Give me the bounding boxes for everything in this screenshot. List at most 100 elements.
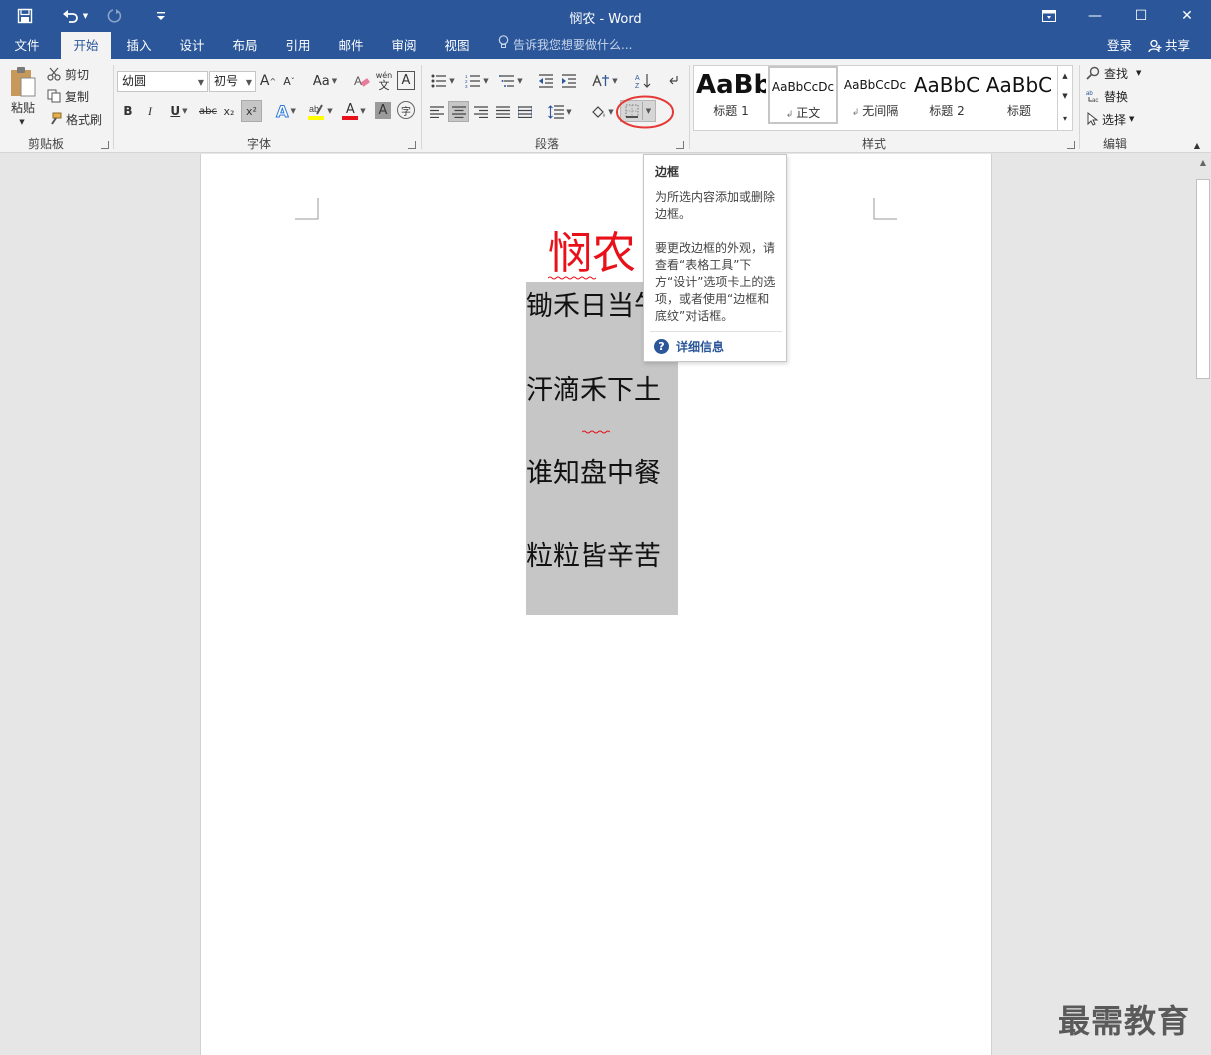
clipboard-launcher-icon[interactable] [101,141,109,149]
minimize-icon[interactable]: — [1072,0,1118,32]
tab-insert[interactable]: 插入 [114,32,164,59]
format-painter-icon [47,112,62,126]
tab-view[interactable]: 视图 [432,32,482,59]
change-case-button[interactable]: Aa ▼ [310,71,340,91]
enclose-characters-button[interactable]: 字 [397,101,415,119]
font-launcher-icon[interactable] [408,141,416,149]
font-size-value: 初号 [214,74,239,88]
tab-layout[interactable]: 布局 [220,32,270,59]
bullets-button[interactable]: ▼ [428,71,458,91]
tab-design[interactable]: 设计 [167,32,217,59]
replace-button[interactable]: ab ac 替换 [1086,86,1128,106]
char-shading-button[interactable]: A [375,102,391,119]
select-button[interactable]: 选择 ▼ [1086,109,1134,129]
svg-text:Z: Z [635,83,640,89]
bullet-list-icon [431,74,447,88]
styles-more-icon[interactable]: ▾ [1057,106,1072,130]
style-heading-2[interactable]: AaBbC 标题 2 [912,66,982,124]
tooltip-more-info-link[interactable]: ? 详细信息 [654,338,724,355]
maximize-icon[interactable]: ☐ [1118,0,1164,32]
font-name-combo[interactable]: 幼圆 ▼ [117,71,208,92]
poem-line[interactable]: 汗滴禾下土 [526,374,726,408]
styles-group-label: 样式 [862,137,887,151]
strikethrough-button[interactable]: abc [197,101,219,121]
tell-me-box[interactable]: 告诉我您想要做什么... [498,32,632,59]
phonetic-guide-button[interactable]: wén 文 [374,69,394,93]
vertical-scrollbar[interactable]: ▲ [1195,154,1211,1055]
style-normal[interactable]: AaBbCcDc ↲ 正文 [768,66,838,124]
paste-dropdown-arrow[interactable]: ▼ [17,117,27,127]
group-separator [113,65,114,149]
paragraph-launcher-icon[interactable] [676,141,684,149]
find-button[interactable]: 查找 ▼ [1086,63,1141,83]
eraser-icon: A [354,73,370,89]
replace-icon: ab ac [1086,89,1100,103]
increase-indent-icon[interactable] [559,71,579,91]
poem-line[interactable]: 粒粒皆辛苦 [526,540,726,574]
asian-layout-icon [592,74,610,88]
asian-layout-button[interactable]: ▼ [590,71,620,91]
align-right-icon[interactable] [472,102,490,122]
bold-button[interactable]: B [120,101,136,121]
multilevel-list-button[interactable]: ▼ [496,71,526,91]
sort-icon[interactable]: AZ [633,71,653,91]
shading-button[interactable]: ▼ [587,102,617,122]
underline-button[interactable]: U ▼ [164,101,194,121]
highlight-color-button[interactable]: ab ▼ [305,101,335,121]
copy-icon [47,89,61,103]
distributed-icon[interactable] [516,102,534,122]
collapse-ribbon-icon[interactable]: ▲ [1190,139,1204,151]
styles-scroll-up-icon[interactable]: ▲ [1057,66,1072,86]
tab-references[interactable]: 引用 [273,32,323,59]
show-formatting-marks-icon[interactable] [664,71,682,91]
align-center-icon[interactable] [448,101,469,122]
line-spacing-button[interactable]: ▼ [545,102,575,122]
ribbon-display-icon[interactable] [1026,0,1072,32]
decrease-indent-icon[interactable] [536,71,556,91]
scroll-up-icon[interactable]: ▲ [1195,154,1211,170]
login-link[interactable]: 登录 [1107,32,1132,59]
char-border-button[interactable]: A [397,71,415,90]
line-spacing-icon [548,105,565,119]
style-preview: AaBbCcDc [771,80,835,94]
cut-button[interactable]: 剪切 [47,64,89,84]
group-separator [421,65,422,149]
font-color-button[interactable]: A ▼ [339,101,369,121]
italic-button[interactable]: I [142,101,158,121]
shrink-font-button[interactable]: Aˇ [281,71,297,91]
font-size-combo[interactable]: 初号 ▼ [209,71,256,92]
svg-text:ab: ab [1086,91,1093,97]
tab-review[interactable]: 审阅 [379,32,429,59]
justify-icon[interactable] [494,102,512,122]
format-painter-button[interactable]: 格式刷 [47,109,102,129]
styles-launcher-icon[interactable] [1067,141,1075,149]
underline-icon: U [170,104,181,118]
share-button[interactable]: 共享 [1148,32,1190,59]
subscript-button[interactable]: x₂ [220,101,238,121]
tab-mailings[interactable]: 邮件 [326,32,376,59]
align-left-icon[interactable] [428,102,446,122]
styles-scroll-down-icon[interactable]: ▼ [1057,86,1072,106]
scrollbar-thumb[interactable] [1196,179,1210,379]
superscript-button[interactable]: x² [241,100,262,122]
style-title[interactable]: AaBbC 标题 [984,66,1054,124]
poem-line[interactable]: 谁知盘中餐 [526,457,726,491]
text-effects-icon: A [276,101,289,121]
grow-font-button[interactable]: A ^ [260,71,276,91]
text-effects-button[interactable]: A ▼ [272,101,300,121]
numbering-button[interactable]: 1 2 3 ▼ [462,71,492,91]
document-title[interactable]: 悯农 [548,226,636,282]
svg-text:3: 3 [465,84,468,88]
tab-home[interactable]: 开始 [61,32,111,59]
paste-icon[interactable] [6,65,40,99]
close-icon[interactable]: ✕ [1164,0,1210,32]
editing-group-label: 编辑 [1103,137,1128,151]
style-no-spacing[interactable]: AaBbCcDc ↲ 无间隔 [840,66,910,124]
style-heading-1[interactable]: AaBb 标题 1 [696,66,766,124]
numbered-list-icon: 123 [465,74,481,88]
copy-button[interactable]: 复制 [47,86,89,106]
tab-file[interactable]: 文件 [2,32,52,59]
clear-formatting-button[interactable]: A [352,71,372,91]
tooltip-title: 边框 [655,165,680,179]
paste-button[interactable]: 粘贴 [8,99,38,115]
